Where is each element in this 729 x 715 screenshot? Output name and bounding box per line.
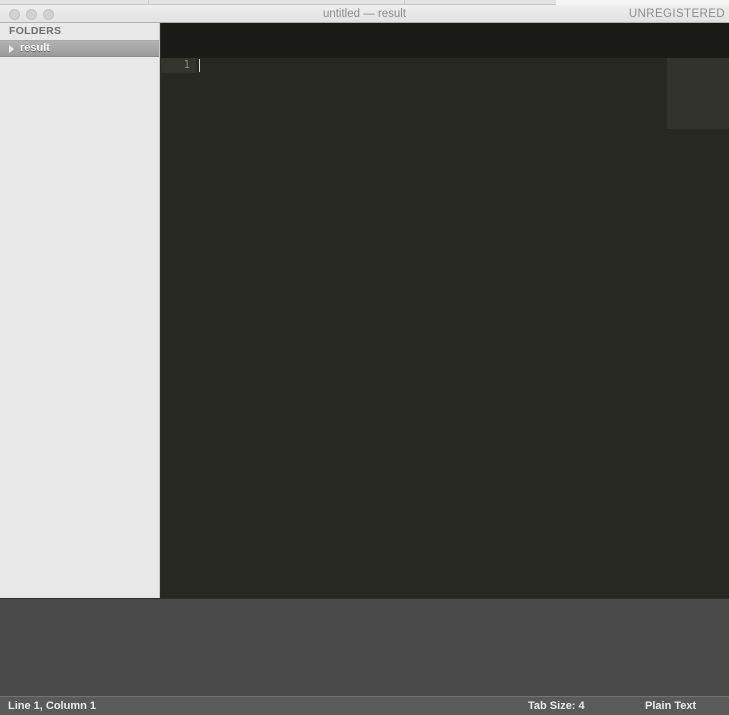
line-number: 1: [161, 58, 196, 73]
sidebar-item-result[interactable]: result: [0, 40, 159, 57]
sublime-text-window: untitled — result UNREGISTERED FOLDERS r…: [0, 0, 729, 715]
sidebar: FOLDERS result: [0, 23, 160, 598]
syntax-indicator[interactable]: Plain Text: [645, 697, 696, 715]
minimap-viewport[interactable]: [667, 58, 729, 129]
disclosure-triangle-icon[interactable]: [9, 44, 14, 53]
text-caret: [199, 59, 200, 72]
license-badge: UNREGISTERED: [628, 8, 725, 20]
editor-area: 1: [161, 23, 729, 598]
editor-body[interactable]: 1: [161, 58, 729, 598]
status-bar: Line 1, Column 1 Tab Size: 4 Plain Text: [0, 696, 729, 715]
window-title: untitled — result: [322, 8, 407, 20]
tab-size-indicator[interactable]: Tab Size: 4: [528, 697, 585, 715]
minimap[interactable]: [667, 58, 729, 598]
sidebar-item-label: result: [20, 42, 50, 54]
gutter: 1: [161, 58, 196, 598]
sidebar-section-folders: FOLDERS: [9, 25, 62, 37]
cursor-position: Line 1, Column 1: [8, 700, 97, 712]
editor-tab-bar[interactable]: [161, 23, 729, 58]
find-replace-panel: .* Aa “ ” Find: UIWebView Find Where: /U…: [0, 598, 729, 696]
title-bar[interactable]: untitled — result UNREGISTERED: [0, 5, 729, 23]
